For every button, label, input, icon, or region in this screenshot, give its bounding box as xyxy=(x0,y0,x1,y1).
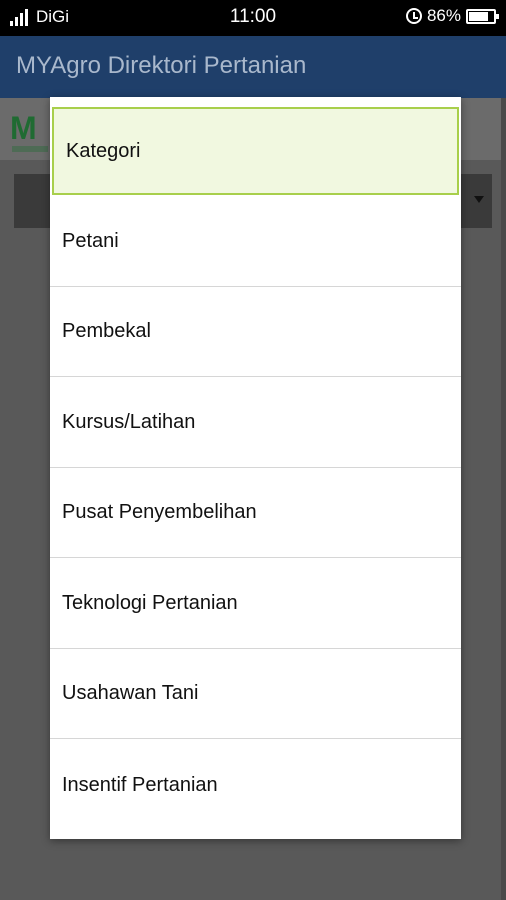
scrollbar xyxy=(501,98,506,900)
app-bar: MYAgro Direktori Pertanian xyxy=(0,36,506,98)
battery-percent: 86% xyxy=(426,6,461,25)
app-title: MYAgro Direktori Pertanian xyxy=(16,52,307,79)
status-right: 86% xyxy=(405,6,499,26)
category-dialog: Kategori Petani Pembekal Kursus/Latihan … xyxy=(50,97,461,839)
battery-icon xyxy=(466,8,499,24)
dropdown-arrow-icon xyxy=(474,196,484,203)
option-insentif-pertanian[interactable]: Insentif Pertanian xyxy=(50,740,461,830)
alarm-icon xyxy=(405,8,422,24)
option-pembekal[interactable]: Pembekal xyxy=(50,287,461,377)
option-kategori[interactable]: Kategori xyxy=(52,107,459,195)
logo-subtext xyxy=(12,146,48,152)
option-petani[interactable]: Petani xyxy=(50,197,461,287)
status-bar: DiGi 11:00 86% xyxy=(0,0,506,36)
option-teknologi-pertanian[interactable]: Teknologi Pertanian xyxy=(50,559,461,649)
option-pusat-penyembelihan[interactable]: Pusat Penyembelihan xyxy=(50,468,461,558)
logo: M xyxy=(10,110,37,146)
option-usahawan-tani[interactable]: Usahawan Tani xyxy=(50,649,461,739)
option-kursus-latihan[interactable]: Kursus/Latihan xyxy=(50,378,461,468)
